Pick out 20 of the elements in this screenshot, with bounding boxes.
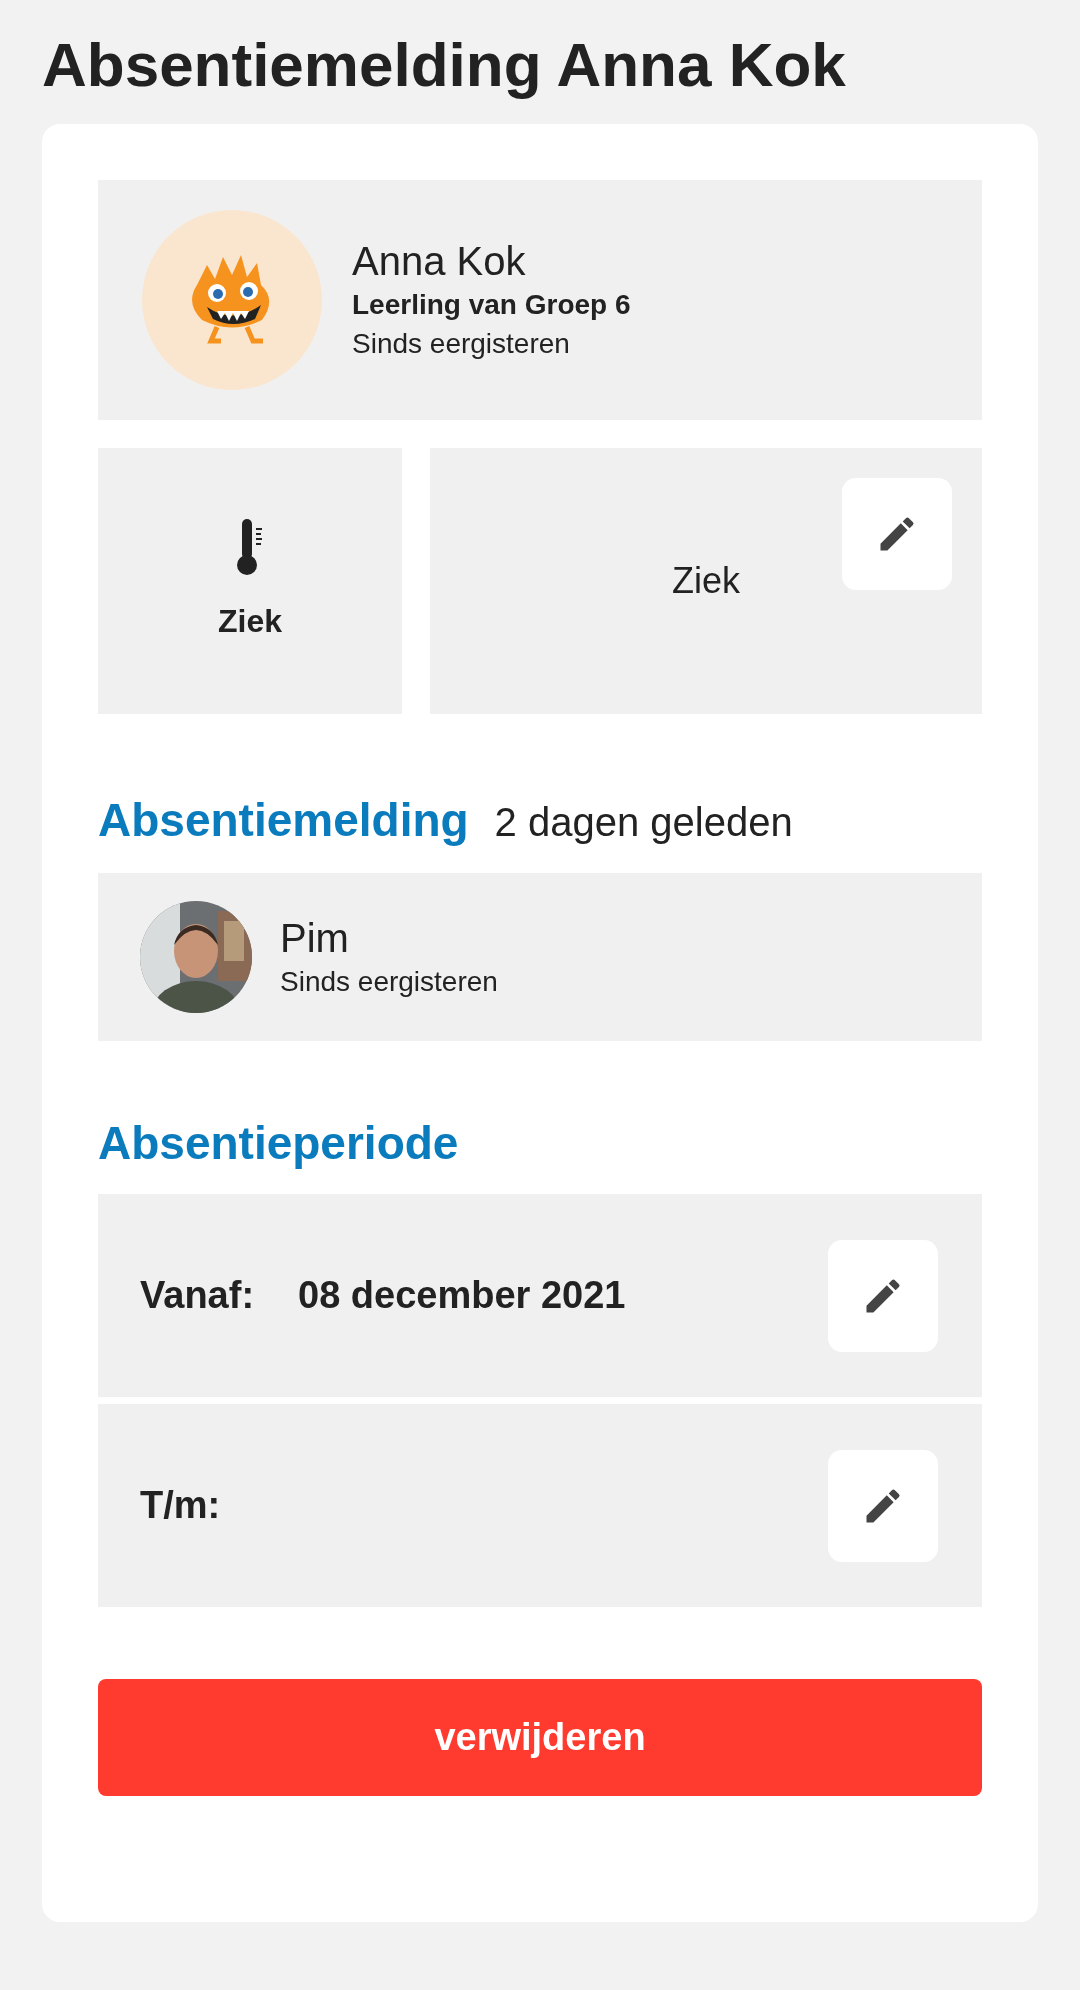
- section-heading: Absentieperiode: [98, 1116, 460, 1172]
- page-title: Absentiemelding Anna Kok: [42, 29, 847, 101]
- edit-button[interactable]: [842, 478, 952, 591]
- edit-button[interactable]: [828, 1239, 938, 1352]
- report-age: 2 dagen geleden: [494, 799, 793, 847]
- thermometer-icon: [235, 517, 265, 578]
- section-heading: Absentiemelding: [98, 793, 469, 849]
- period-label: Vanaf:: [140, 1273, 256, 1319]
- student-name: Anna Kok: [352, 238, 527, 286]
- period-date: 08 december 2021: [298, 1273, 627, 1319]
- reason-tile[interactable]: Ziek: [98, 448, 402, 715]
- delete-button[interactable]: verwijderen: [98, 1679, 982, 1797]
- period-label: T/m:: [140, 1483, 222, 1529]
- reason-label: Ziek: [218, 602, 282, 642]
- reporter-since: Sinds eergisteren: [280, 964, 498, 999]
- reason-value: Ziek: [671, 559, 741, 604]
- student-since: Sinds eergisteren: [352, 327, 571, 362]
- student-group: Leerling van Groep 6: [352, 285, 631, 325]
- edit-button[interactable]: [828, 1449, 938, 1562]
- reporter-name: Pim: [280, 914, 350, 962]
